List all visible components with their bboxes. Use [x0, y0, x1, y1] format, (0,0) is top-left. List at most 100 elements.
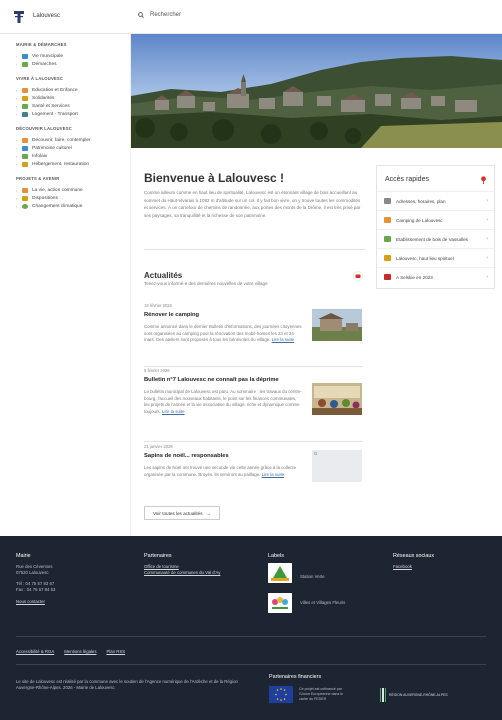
- news-article[interactable]: 5 février 2026 Bulletin n°7 Lalouvesc ne…: [144, 368, 362, 415]
- sidebar-item[interactable]: › La vie, action commune: [16, 186, 130, 194]
- category-icon: [22, 161, 28, 167]
- category-icon: [22, 153, 28, 159]
- category-icon: [22, 103, 28, 109]
- category-icon: [22, 87, 28, 93]
- article-date: 5 février 2026: [144, 368, 170, 373]
- footer-heading: Mairie: [16, 553, 31, 559]
- quick-access-label: Lalouvesc, haut lieu spirituel: [396, 255, 454, 261]
- sidebar-item[interactable]: › Logement - Transport: [16, 110, 130, 118]
- financial-partners: Ce projet est cofinancé par l'Union Euro…: [269, 686, 448, 703]
- category-icon: [22, 53, 28, 59]
- region-logo: RÉGION AUVERGNE-RHÔNE-ALPES: [380, 687, 448, 702]
- sidebar-section: Mairie & démarches › Vie municipale › Déma…: [16, 42, 130, 68]
- quick-access-item[interactable]: A Selskie en 2023 ›: [377, 267, 494, 286]
- tent-icon: [384, 217, 391, 223]
- legal-notice-link[interactable]: Mentions légales: [64, 649, 96, 655]
- sidebar-item[interactable]: › Découvrir, faire, contempler: [16, 136, 130, 144]
- partner-link[interactable]: Communauté de communes du Val d'Ay: [144, 570, 220, 575]
- facebook-link[interactable]: Facebook: [393, 564, 412, 569]
- sidebar-section-title: Vivre à Lalouvesc: [16, 76, 64, 81]
- sidebar-section: Découvrir Lalouvesc › Découvrir, faire, c…: [16, 126, 130, 168]
- footer-social: Réseaux sociaux Facebook: [393, 553, 434, 570]
- article-thumbnail[interactable]: [312, 383, 362, 415]
- quick-access-item[interactable]: Camping de Lalouvesc ›: [377, 210, 494, 229]
- station-verte-logo[interactable]: [268, 563, 292, 583]
- search-icon: [138, 12, 144, 18]
- sidebar-item[interactable]: › Education et Enfance: [16, 86, 130, 94]
- sidebar-item[interactable]: › Démarches: [16, 60, 130, 68]
- quick-access-panel: Accès rapides Adresses, horaires, plan › …: [376, 165, 495, 289]
- chevron-right-icon: ›: [486, 274, 488, 280]
- article-excerpt: Comme annoncé dans le dernier Bulletin d…: [144, 324, 302, 344]
- site-header: Lalouvesc Rechercher: [0, 0, 502, 34]
- footer-credits: Le site de Lalouvesc est réalisé par la …: [16, 679, 238, 690]
- sidebar-item-label: Patrimoine culturel: [32, 145, 72, 151]
- sidebar-item[interactable]: › Santé et Services: [16, 102, 130, 110]
- category-icon: [22, 111, 28, 117]
- quick-access-label: Camping de Lalouvesc: [396, 217, 443, 223]
- article-thumbnail[interactable]: [312, 450, 362, 482]
- sidebar-item-label: Education et Enfance: [32, 87, 78, 93]
- sidebar-section-title: Découvrir Lalouvesc: [16, 126, 72, 131]
- site-name[interactable]: Lalouvesc: [33, 13, 60, 19]
- news-subtitle: Tenez-vous informé·e des dernières nouve…: [144, 281, 268, 286]
- footer-heading: Labels: [268, 553, 284, 559]
- sidebar-item-label: Infolaix: [32, 153, 48, 159]
- sidebar-item-label: Vie municipale: [32, 53, 64, 59]
- chevron-right-icon: ›: [486, 236, 488, 242]
- site-footer: Mairie Rue des Cévennes 07520 Lalouvesc …: [0, 536, 502, 720]
- divider: [16, 664, 486, 665]
- arrow-right-icon: →: [206, 510, 212, 516]
- sidebar-item-label: Hébergement, restauration: [32, 161, 90, 167]
- sidebar-section: Vivre à Lalouvesc › Education et Enfance …: [16, 76, 130, 118]
- rss-link[interactable]: Plan RSS: [106, 649, 125, 655]
- sidebar-item[interactable]: › Patrimoine culturel: [16, 144, 130, 152]
- news-article[interactable]: 21 janvier 2026 Sapins de noël... respon…: [144, 444, 362, 482]
- church-icon: [384, 255, 391, 261]
- all-news-button[interactable]: Voir toutes les actualités →: [144, 506, 221, 520]
- quick-access-item[interactable]: Etablissement de bois de Vassalles ›: [377, 229, 494, 248]
- partner-link[interactable]: Office de tourisme: [144, 564, 179, 569]
- read-more-link[interactable]: Lire la suite: [272, 337, 294, 342]
- region-name: RÉGION AUVERGNE-RHÔNE-ALPES: [389, 692, 448, 697]
- label-name: Villes et Villages Fleuris: [300, 600, 346, 605]
- category-icon: [22, 95, 28, 101]
- sidebar-item[interactable]: › Solidarités: [16, 94, 130, 102]
- search-label: Rechercher: [150, 12, 182, 18]
- site-logo[interactable]: [14, 11, 24, 23]
- category-icon: [22, 187, 28, 193]
- clock-icon: [384, 198, 391, 204]
- sidebar-item[interactable]: › Vie municipale: [16, 52, 130, 60]
- sidebar-item[interactable]: › Changement climatique: [16, 202, 130, 210]
- pin-icon: [481, 176, 486, 184]
- divider: [144, 441, 362, 442]
- sidebar-section: Projets & avenir › La vie, action commune…: [16, 176, 130, 210]
- sidebar-item-label: La vie, action commune: [32, 187, 83, 193]
- eu-flag-logo: [269, 686, 293, 703]
- category-icon: [22, 145, 28, 151]
- sidebar-item[interactable]: › Dispositions: [16, 194, 130, 202]
- quick-access-item[interactable]: Adresses, horaires, plan ›: [377, 191, 494, 210]
- read-more-link[interactable]: Lire la suite: [262, 472, 284, 477]
- accessibility-link[interactable]: Accessibilité & RGA: [16, 649, 54, 655]
- footer-partners: Partenaires Office de tourisme Communaut…: [144, 553, 220, 576]
- sidebar-section-title: Mairie & démarches: [16, 42, 67, 47]
- sidebar-item-label: Solidarités: [32, 95, 55, 101]
- contact-link[interactable]: Nous contacter: [16, 599, 45, 604]
- sidebar-item[interactable]: › Infolaix: [16, 152, 130, 160]
- welcome-text: Comme ailleurs comme en haut lieu de spi…: [144, 190, 361, 218]
- article-thumbnail[interactable]: [312, 309, 362, 341]
- quick-access-item[interactable]: Lalouvesc, haut lieu spirituel ›: [377, 248, 494, 267]
- chevron-right-icon: ›: [486, 217, 488, 223]
- flag-icon: [384, 274, 391, 280]
- search-button[interactable]: Rechercher: [138, 12, 181, 18]
- sidebar-section-title: Projets & avenir: [16, 176, 60, 181]
- read-more-link[interactable]: Lire la suite: [162, 409, 184, 414]
- quick-access-label: Adresses, horaires, plan: [396, 198, 446, 204]
- villes-fleuris-logo[interactable]: [268, 593, 292, 613]
- footer-heading: Réseaux sociaux: [393, 553, 435, 559]
- sidebar-item[interactable]: › Hébergement, restauration: [16, 160, 130, 168]
- news-article[interactable]: 19 février 2026 Rénover le camping Comme…: [144, 303, 362, 344]
- main-content: Bienvenue à Lalouvesc ! Comme ailleurs c…: [131, 148, 502, 536]
- footer-heading: Partenaires financiers: [269, 674, 322, 680]
